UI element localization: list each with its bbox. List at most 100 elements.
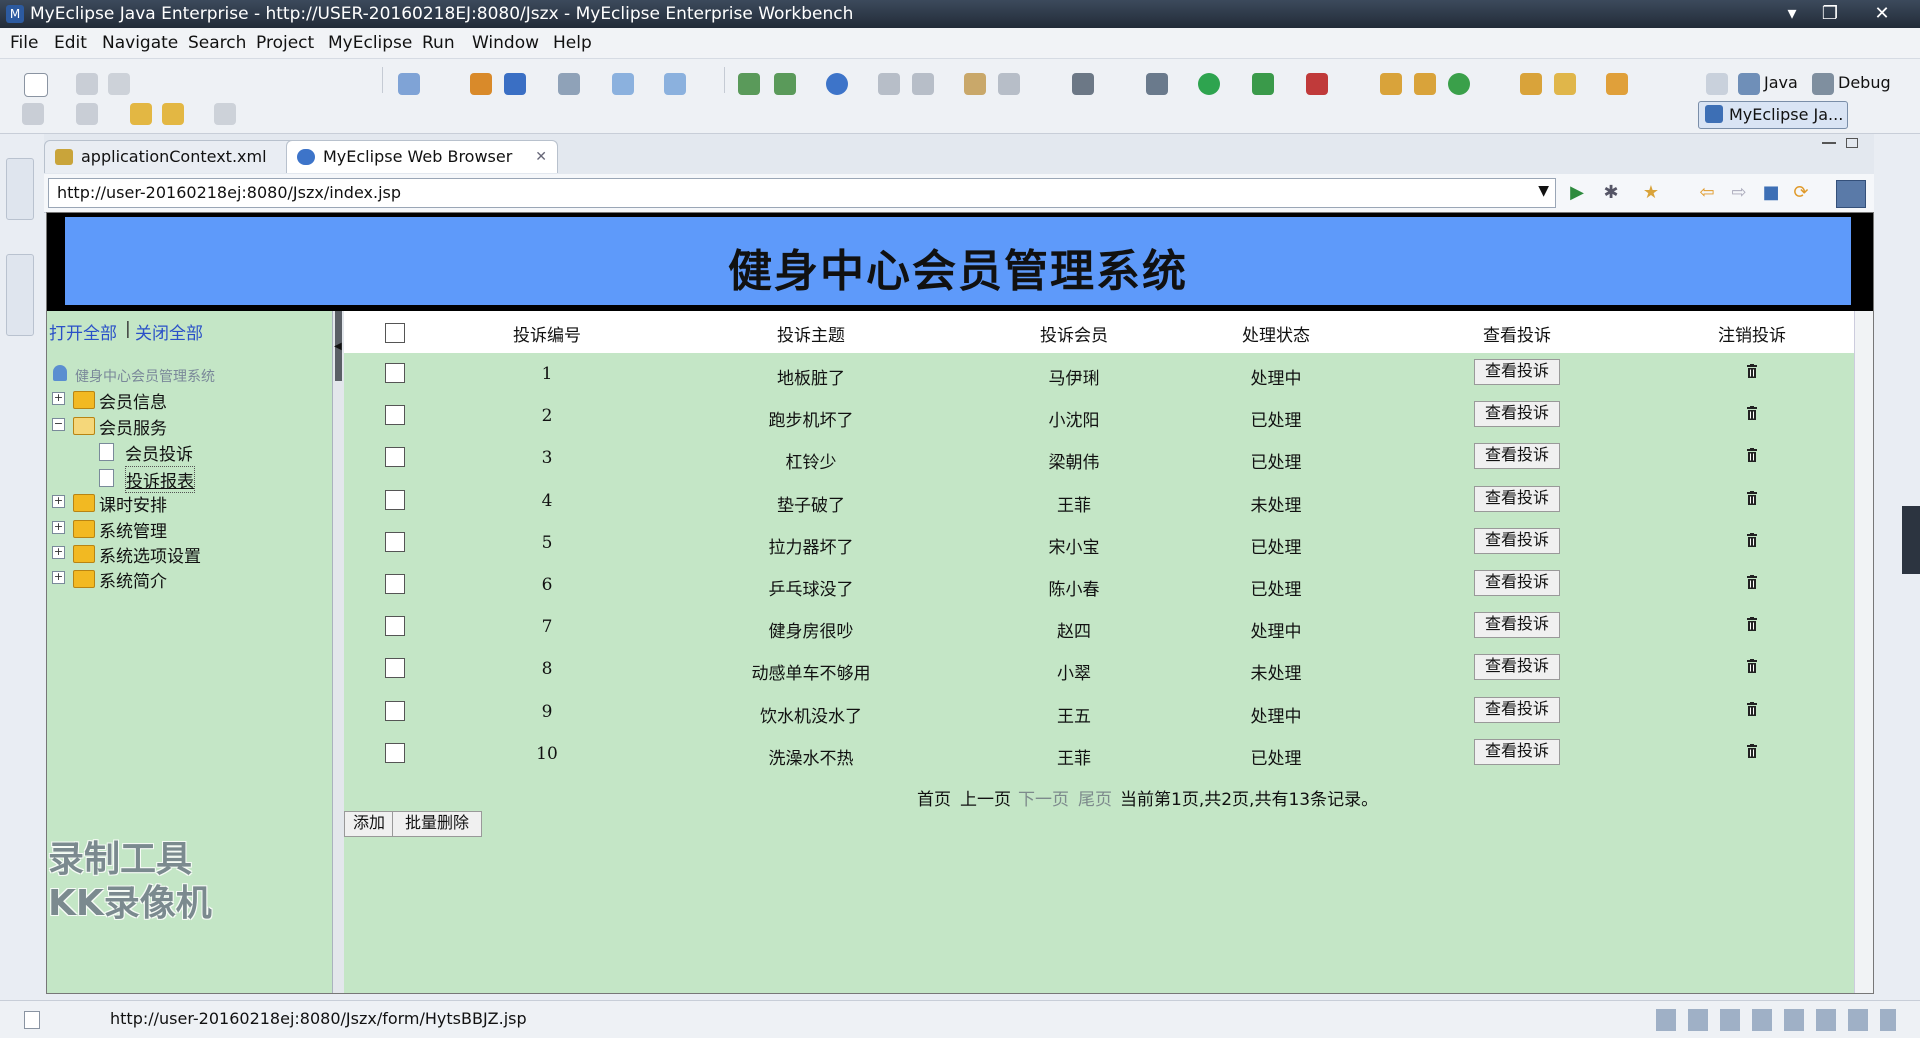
close-window-button[interactable]: ✕ — [1862, 0, 1902, 28]
tree-item-class-schedule[interactable]: 课时安排 — [99, 491, 167, 516]
expand-icon[interactable]: + — [52, 571, 65, 584]
batch-delete-button[interactable]: 批量删除 — [392, 811, 483, 837]
url-field[interactable]: http://user-20160218ej:8080/Jszx/index.j… — [48, 178, 1556, 208]
view-complaint-button[interactable]: 查看投诉 — [1473, 359, 1561, 385]
tree-item-complaint-report[interactable]: 投诉报表 — [125, 466, 195, 493]
menu-run[interactable]: Run — [422, 33, 455, 53]
tree-item-system-options[interactable]: 系统选项设置 — [99, 542, 201, 567]
myeclipse-perspective-button[interactable]: MyEclipse Ja... — [1698, 101, 1848, 129]
new-package-icon[interactable] — [1414, 73, 1436, 95]
menu-project[interactable]: Project — [256, 33, 314, 53]
minimized-view-stack-1[interactable] — [6, 158, 34, 220]
java-perspective-label[interactable]: Java — [1764, 73, 1798, 92]
row-checkbox[interactable] — [385, 363, 405, 383]
new-class-icon[interactable] — [1380, 73, 1402, 95]
menu-file[interactable]: File — [10, 33, 38, 53]
menu-myeclipse[interactable]: MyEclipse — [328, 33, 412, 53]
profile-icon[interactable] — [998, 73, 1020, 95]
add-button[interactable]: 添加 — [344, 811, 395, 837]
forward-icon[interactable] — [214, 103, 236, 125]
right-edge-handle[interactable] — [1902, 506, 1920, 574]
minimized-view-stack-2[interactable] — [6, 254, 34, 336]
trash-icon[interactable] — [1746, 490, 1758, 505]
maximize-button[interactable]: ❐ — [1810, 0, 1850, 28]
browser-settings-icon[interactable] — [1836, 180, 1866, 208]
fast-view-icon[interactable] — [24, 1011, 40, 1029]
open-all-link[interactable]: 打开全部 — [49, 319, 117, 344]
debug-perspective-label[interactable]: Debug — [1838, 73, 1891, 92]
row-checkbox[interactable] — [385, 489, 405, 510]
view-complaint-button[interactable]: 查看投诉 — [1473, 570, 1561, 596]
open-perspective-icon[interactable] — [1706, 73, 1728, 95]
last-page-link[interactable]: 尾页 — [1078, 785, 1112, 810]
build-icon[interactable] — [878, 73, 900, 95]
trash-icon[interactable] — [1746, 743, 1758, 758]
row-checkbox[interactable] — [385, 700, 405, 721]
view-complaint-button[interactable]: 查看投诉 — [1473, 443, 1561, 470]
database-icon[interactable] — [738, 73, 760, 95]
wizard-icon[interactable] — [612, 73, 634, 95]
back-history-icon[interactable] — [22, 103, 44, 125]
java-perspective-icon[interactable] — [1738, 73, 1760, 95]
package-icon[interactable] — [470, 73, 492, 95]
collapse-icon[interactable]: − — [52, 418, 65, 431]
row-checkbox[interactable] — [385, 658, 405, 679]
row-checkbox[interactable] — [385, 616, 405, 637]
tree-item-member-service[interactable]: 会员服务 — [99, 414, 167, 439]
go-icon[interactable]: ▶ — [1566, 182, 1588, 204]
deploy-icon[interactable] — [504, 73, 526, 95]
tree-item-member-info[interactable]: 会员信息 — [99, 388, 167, 413]
last-edit-icon[interactable] — [130, 103, 152, 125]
tab-application-context[interactable]: applicationContext.xml — [44, 140, 316, 173]
open-folder-icon[interactable] — [1520, 73, 1542, 95]
row-checkbox[interactable] — [385, 531, 405, 552]
print-icon[interactable] — [108, 73, 130, 95]
menu-search[interactable]: Search — [188, 33, 246, 53]
run-icon[interactable] — [1198, 73, 1220, 95]
expand-icon[interactable]: + — [52, 521, 65, 534]
url-dropdown-icon[interactable]: ▼ — [1538, 183, 1549, 199]
trash-icon[interactable] — [1746, 701, 1758, 716]
tree-root-label[interactable]: 健身中心会员管理系统 — [75, 366, 215, 386]
trash-icon[interactable] — [1746, 448, 1758, 463]
minimize-button[interactable]: ▾ — [1772, 0, 1812, 28]
tree-item-member-complaint[interactable]: 会员投诉 — [125, 440, 193, 465]
browser-refresh-icon[interactable]: ⟳ — [1790, 182, 1812, 204]
view-complaint-button[interactable]: 查看投诉 — [1473, 485, 1561, 512]
external-tools-icon[interactable] — [1306, 73, 1328, 95]
trash-icon[interactable] — [1746, 659, 1758, 674]
open-type-icon[interactable] — [398, 73, 420, 95]
maximize-editor-icon[interactable] — [1846, 138, 1858, 148]
expand-icon[interactable]: + — [52, 495, 65, 508]
export-icon[interactable] — [774, 73, 796, 95]
menu-navigate[interactable]: Navigate — [102, 33, 178, 53]
menu-window[interactable]: Window — [472, 33, 539, 53]
trash-icon[interactable] — [1746, 617, 1758, 632]
config-icon[interactable] — [964, 73, 986, 95]
expand-icon[interactable]: + — [52, 392, 65, 405]
debug-perspective-icon[interactable] — [1812, 73, 1834, 95]
menu-edit[interactable]: Edit — [54, 33, 87, 53]
server-icon[interactable] — [558, 73, 580, 95]
run-config-icon[interactable] — [1252, 73, 1274, 95]
bookmark-icon[interactable]: ★ — [1640, 182, 1662, 204]
tree-item-system-admin[interactable]: 系统管理 — [99, 517, 167, 542]
view-complaint-button[interactable]: 查看投诉 — [1473, 696, 1561, 723]
trash-icon[interactable] — [1746, 364, 1758, 378]
view-complaint-button[interactable]: 查看投诉 — [1473, 738, 1561, 765]
row-checkbox[interactable] — [385, 742, 405, 763]
browser-forward-icon[interactable]: ⇨ — [1728, 182, 1750, 204]
view-complaint-button[interactable]: 查看投诉 — [1473, 527, 1561, 554]
view-complaint-button[interactable]: 查看投诉 — [1473, 612, 1561, 639]
view-complaint-button[interactable]: 查看投诉 — [1473, 401, 1561, 428]
refresh-icon[interactable] — [1448, 73, 1470, 95]
forward-history-icon[interactable] — [76, 103, 98, 125]
refresh-server-icon[interactable] — [912, 73, 934, 95]
new-icon[interactable] — [24, 73, 48, 97]
minimize-editor-icon[interactable] — [1822, 142, 1836, 144]
row-checkbox[interactable] — [385, 447, 405, 468]
browser-back-icon[interactable]: ⇦ — [1696, 182, 1718, 204]
save-icon[interactable] — [76, 73, 98, 95]
close-all-link[interactable]: 关闭全部 — [135, 319, 203, 344]
debug-run-icon[interactable] — [1146, 73, 1168, 95]
